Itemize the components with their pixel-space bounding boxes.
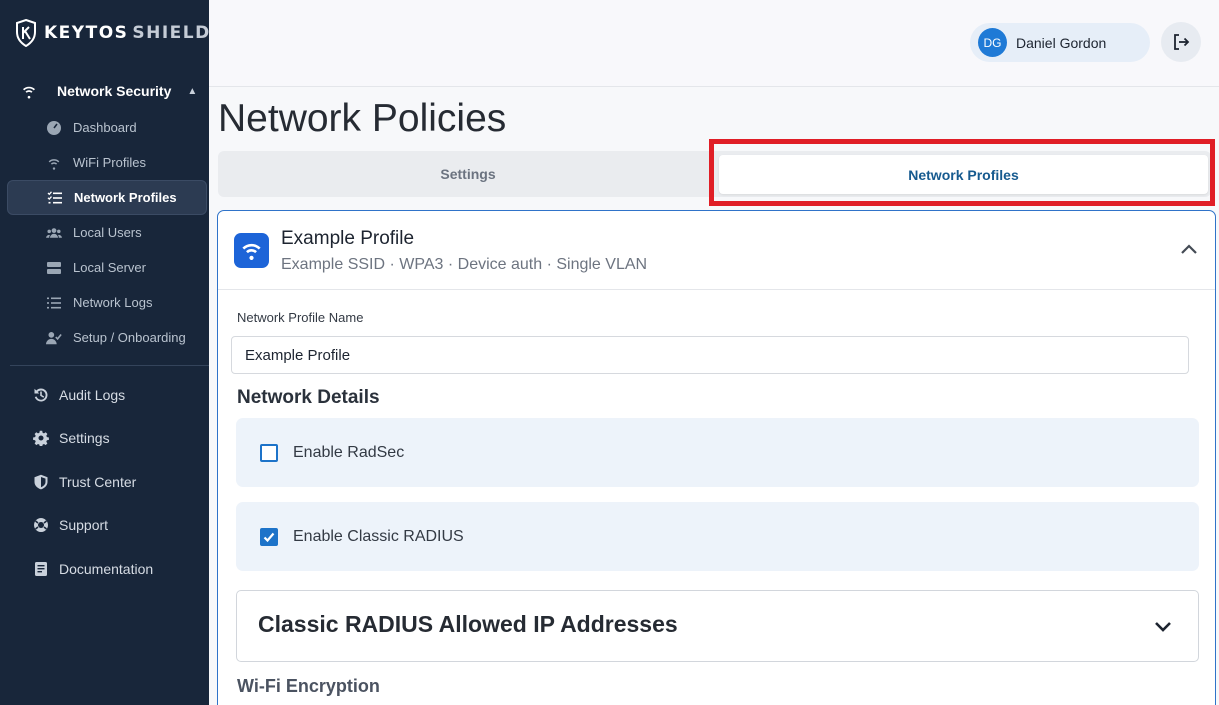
sidebar-item-label: Network Profiles: [74, 190, 177, 205]
nav-group-network-security: Network Security ▲ Dashboard WiFi Profil…: [0, 72, 209, 355]
sidebar-item-local-users[interactable]: Local Users: [0, 215, 209, 250]
chevron-up-icon[interactable]: [1178, 239, 1200, 261]
option-label: Enable RadSec: [293, 443, 405, 461]
radsec-checkbox[interactable]: [260, 443, 278, 462]
sidebar-item-network-profiles[interactable]: Network Profiles: [7, 180, 207, 215]
server-icon: [47, 261, 61, 274]
option-classic-radius: Enable Classic RADIUS: [236, 502, 1199, 571]
sidebar-item-settings[interactable]: Settings: [0, 418, 209, 458]
sidebar-item-audit-logs[interactable]: Audit Logs: [0, 375, 209, 415]
profile-badge: [234, 233, 269, 268]
lifebuoy-icon: [34, 518, 49, 532]
allowed-ip-accordion[interactable]: Classic RADIUS Allowed IP Addresses: [236, 590, 1199, 662]
chevron-down-icon[interactable]: [1151, 614, 1175, 638]
nav-group-label: Network Security: [57, 83, 172, 99]
profile-title: Example Profile: [281, 228, 415, 249]
user-name: Daniel Gordon: [1016, 34, 1107, 51]
list-icon: [47, 297, 61, 308]
profile-name-label: Network Profile Name: [237, 310, 364, 325]
sidebar-item-local-server[interactable]: Local Server: [0, 250, 209, 285]
classic-radius-checkbox[interactable]: [260, 527, 278, 546]
avatar: DG: [978, 28, 1007, 57]
top-bar: DG Daniel Gordon: [209, 0, 1219, 87]
sidebar-item-label: Local Server: [73, 260, 146, 275]
sidebar-item-label: Network Logs: [73, 295, 153, 310]
profile-name-input[interactable]: Example Profile: [231, 336, 1189, 374]
gear-icon: [33, 430, 49, 446]
sidebar-item-setup-onboarding[interactable]: Setup / Onboarding: [0, 320, 209, 355]
tab-settings[interactable]: Settings: [218, 151, 718, 197]
logout-button[interactable]: [1161, 22, 1201, 62]
sidebar-item-label: Settings: [59, 430, 110, 446]
logout-icon: [1174, 34, 1190, 50]
sidebar-item-label: Dashboard: [73, 120, 137, 135]
wifi-icon: [242, 243, 261, 260]
sidebar-item-wifi-profiles[interactable]: WiFi Profiles: [0, 145, 209, 180]
sidebar-divider: [10, 365, 209, 366]
option-label: Enable Classic RADIUS: [293, 527, 464, 545]
profile-card-header[interactable]: Example Profile Example SSID · WPA3 · De…: [218, 211, 1215, 290]
caret-up-icon: ▲: [187, 85, 198, 97]
dashboard-icon: [47, 120, 61, 135]
option-radsec: Enable RadSec: [236, 418, 1199, 487]
profile-summary: Example SSID · WPA3 · Device auth · Sing…: [281, 256, 648, 273]
brand-name: KEYTOS SHIELD: [44, 23, 211, 43]
sidebar-item-trust-center[interactable]: Trust Center: [0, 462, 209, 502]
sidebar-item-network-logs[interactable]: Network Logs: [0, 285, 209, 320]
network-details-title: Network Details: [237, 387, 380, 408]
sidebar-item-label: Documentation: [59, 561, 154, 577]
sidebar-item-label: Trust Center: [59, 474, 137, 490]
nav-group-header[interactable]: Network Security ▲: [0, 72, 209, 110]
sidebar-item-documentation[interactable]: Documentation: [0, 549, 209, 589]
profile-card: Example Profile Example SSID · WPA3 · De…: [217, 210, 1216, 705]
book-icon: [35, 562, 47, 576]
brand[interactable]: KEYTOS SHIELD: [16, 18, 211, 48]
accordion-title: Classic RADIUS Allowed IP Addresses: [258, 611, 678, 637]
sidebar-item-label: WiFi Profiles: [73, 155, 146, 170]
sidebar-item-label: Audit Logs: [59, 387, 126, 403]
wifi-encryption-title: Wi-Fi Encryption: [237, 676, 380, 696]
shield-icon: [34, 474, 48, 490]
user-menu[interactable]: DG Daniel Gordon: [970, 23, 1150, 62]
wifi-icon: [23, 86, 35, 99]
sidebar-item-dashboard[interactable]: Dashboard: [0, 110, 209, 145]
shield-logo-icon: [16, 19, 36, 47]
sidebar-item-label: Local Users: [73, 225, 142, 240]
page-title: Network Policies: [218, 97, 507, 140]
highlight-box: [709, 139, 1215, 206]
sidebar: KEYTOS SHIELD Network Security ▲ Dashboar…: [0, 0, 209, 705]
user-check-icon: [46, 331, 62, 344]
sidebar-item-label: Support: [59, 517, 109, 533]
users-icon: [46, 227, 62, 238]
list-check-icon: [47, 190, 62, 203]
wifi-icon: [48, 158, 60, 170]
sidebar-item-support[interactable]: Support: [0, 505, 209, 545]
check-icon: [263, 532, 275, 542]
sidebar-item-label: Setup / Onboarding: [73, 330, 186, 345]
history-icon: [34, 388, 48, 402]
